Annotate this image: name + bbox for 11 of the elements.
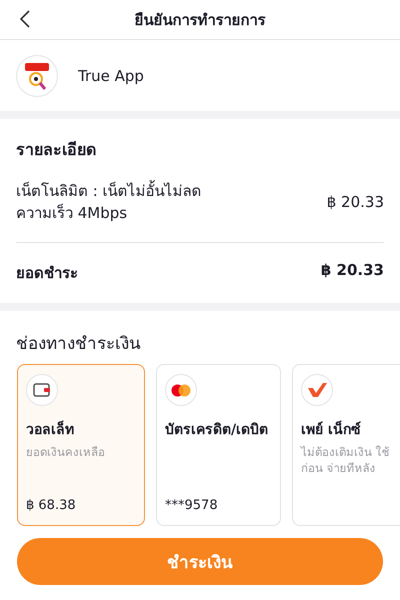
section-title: ช่องทางชำระเงิน	[16, 333, 142, 356]
item-label: เน็ตโนลิมิต : เน็ตไม่อั้นไม่ลดความเร็ว 4Mbps	[16, 180, 203, 224]
section-title: รายละเอียด	[16, 139, 97, 161]
payment-method-card[interactable]: วอลเล็ท ยอดเงินคงเหลือ ฿ 68.38	[17, 364, 145, 526]
payment-method-card[interactable]: เพย์ เน็กซ์ ไม่ต้องเติมเงิน ใช้ก่อน จ่ายทีหลัง	[292, 364, 400, 526]
item-amount: ฿ 20.33	[326, 193, 384, 211]
merchant-name: True App	[78, 66, 144, 84]
payment-method-card[interactable]: บัตรเครดิต/เดบิต ***9578	[156, 364, 281, 526]
page-title: ยืนยันการทำรายการ	[134, 10, 266, 30]
total-amount: ฿ 20.33	[320, 261, 384, 281]
total-label: ยอดชำระ	[16, 263, 78, 284]
